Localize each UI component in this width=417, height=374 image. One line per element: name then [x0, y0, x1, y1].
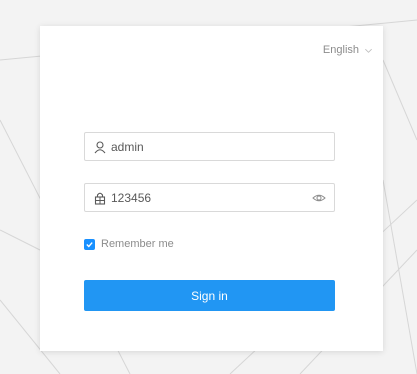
remember-me[interactable]: Remember me — [84, 238, 174, 250]
sign-in-button[interactable]: Sign in — [84, 280, 335, 311]
password-field[interactable] — [84, 183, 335, 212]
username-input[interactable] — [111, 139, 326, 154]
remember-me-label: Remember me — [101, 238, 174, 250]
language-selector[interactable]: English — [323, 44, 373, 56]
lock-icon — [94, 192, 106, 205]
password-input[interactable] — [111, 190, 312, 205]
check-icon — [86, 241, 93, 247]
chevron-down-icon — [365, 48, 372, 53]
user-icon — [94, 140, 106, 153]
eye-icon[interactable] — [312, 191, 326, 205]
username-field[interactable] — [84, 132, 335, 161]
remember-me-checkbox[interactable] — [84, 238, 95, 250]
language-label: English — [322, 44, 359, 56]
login-card: English Remember me Sig — [40, 26, 383, 351]
